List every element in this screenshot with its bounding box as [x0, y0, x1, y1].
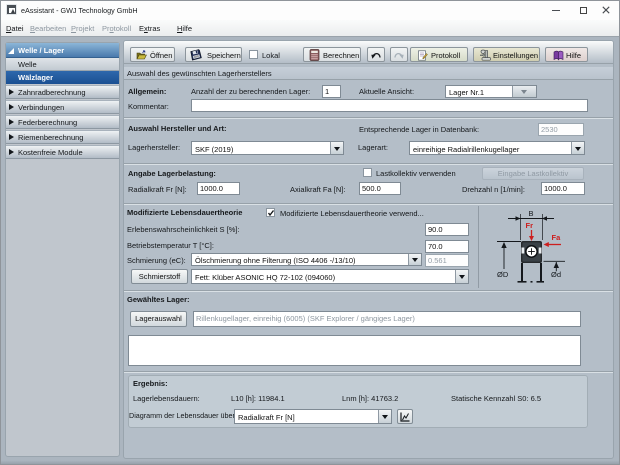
svg-text:ØD: ØD: [497, 270, 509, 279]
svg-text:B: B: [529, 209, 534, 218]
svg-text:Fr: Fr: [526, 221, 534, 230]
svg-text:Ød: Ød: [551, 270, 561, 279]
svg-text:Fa: Fa: [552, 233, 562, 242]
